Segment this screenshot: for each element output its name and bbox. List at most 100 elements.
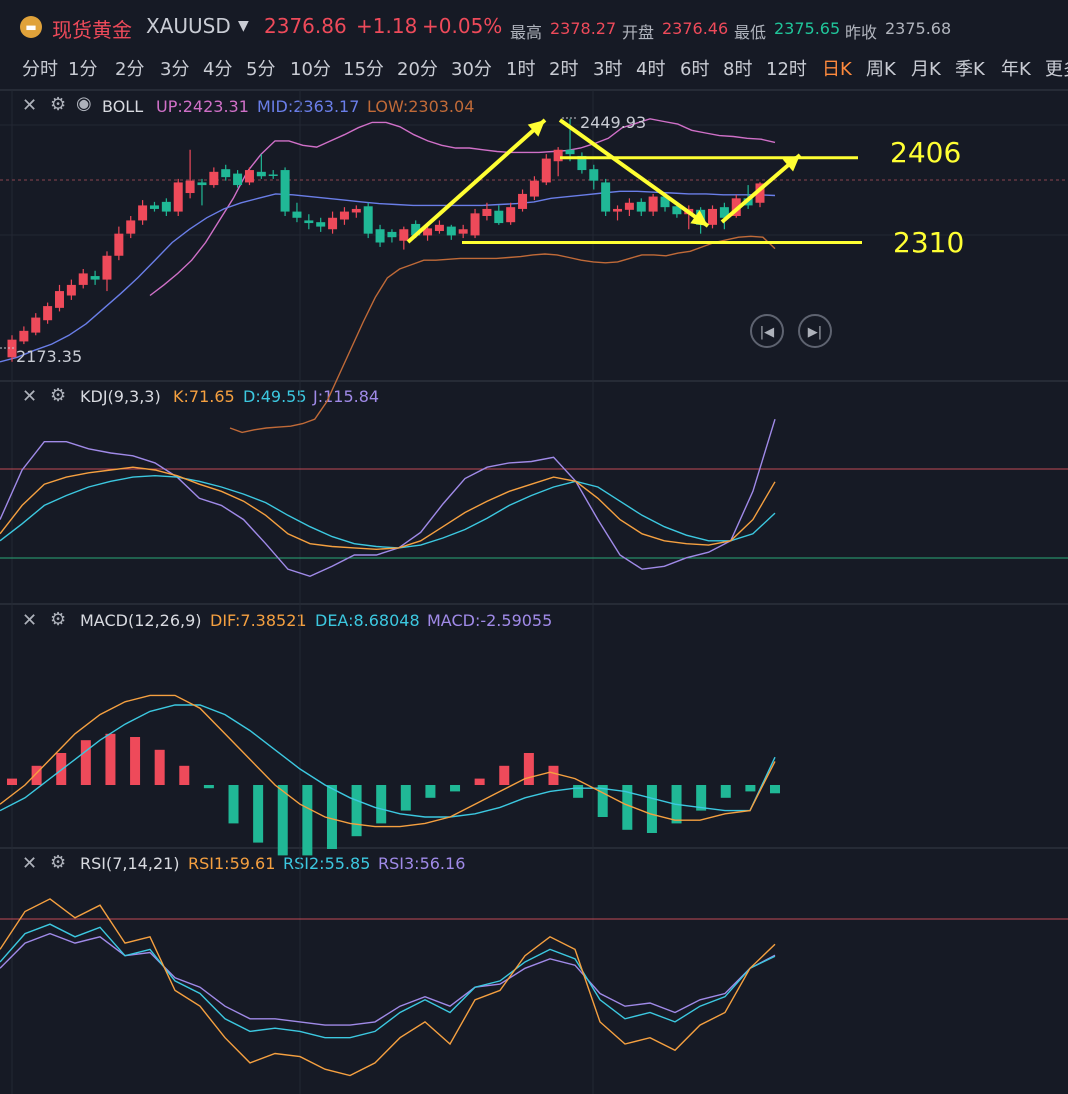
high-label: 最高 <box>510 23 543 42</box>
period-tab-21[interactable]: 年K <box>1001 55 1031 81</box>
candle-body <box>743 198 753 206</box>
period-tab-8[interactable]: 20分 <box>397 55 438 81</box>
period-tab-18[interactable]: 周K <box>866 55 896 81</box>
macd-bar <box>253 785 264 843</box>
close-icon[interactable]: ✕ <box>22 610 37 631</box>
period-tab-14[interactable]: 6时 <box>680 55 709 81</box>
candle-body <box>161 201 171 212</box>
candle-body <box>399 229 409 241</box>
macd-bar <box>105 733 116 785</box>
candle-body <box>577 155 587 171</box>
period-tab-15[interactable]: 8时 <box>723 55 752 81</box>
arrow-up-2-head <box>782 155 800 172</box>
period-tab-3[interactable]: 3分 <box>160 55 189 81</box>
period-tab-6[interactable]: 10分 <box>290 55 331 81</box>
period-tab-0[interactable]: 分时 <box>22 55 58 81</box>
candle-body <box>518 193 528 209</box>
gear-icon[interactable]: ⚙ <box>50 385 66 406</box>
rsi1-value: RSI1:59.61 <box>188 854 276 873</box>
kdj-k-value: K:71.65 <box>173 387 235 406</box>
period-tab-4[interactable]: 4分 <box>203 55 232 81</box>
kdj-d-value: D:49.55 <box>243 387 307 406</box>
kdj-label: KDJ(9,3,3) <box>80 387 161 406</box>
gold-bar-icon: ▬ <box>20 16 42 38</box>
boll-up-line <box>149 118 776 297</box>
gear-icon[interactable]: ⚙ <box>50 852 66 873</box>
low-value: 2375.65 <box>774 19 841 38</box>
candle-body <box>755 183 765 203</box>
arrow-up-1 <box>406 118 547 244</box>
candle-body <box>244 170 254 183</box>
macd-bar <box>425 785 436 798</box>
period-tab-2[interactable]: 2分 <box>115 55 144 81</box>
period-tab-19[interactable]: 月K <box>911 55 941 81</box>
macd-dif-line <box>0 694 776 828</box>
period-tab-9[interactable]: 30分 <box>451 55 492 81</box>
candle-body <box>304 220 314 224</box>
close-icon[interactable]: ✕ <box>22 853 37 874</box>
macd-bar <box>351 785 362 837</box>
period-tab-11[interactable]: 2时 <box>549 55 578 81</box>
period-tab-17[interactable]: 日K <box>822 55 852 81</box>
scroll-forward-icon[interactable]: ▶| <box>798 314 832 348</box>
candle-body <box>363 206 373 234</box>
candle-body <box>185 180 195 194</box>
period-tab-12[interactable]: 3时 <box>593 55 622 81</box>
prev-close-label: 昨收 <box>845 23 878 42</box>
macd-bar <box>474 778 485 785</box>
macd-bar <box>302 785 313 856</box>
close-icon[interactable]: ✕ <box>22 95 37 116</box>
gear-icon[interactable]: ⚙ <box>50 94 66 115</box>
macd-bar <box>720 785 731 798</box>
eye-icon[interactable]: ◉ <box>76 93 92 114</box>
period-tab-22[interactable]: 更多 <box>1045 55 1068 81</box>
macd-bar <box>228 785 239 824</box>
candle-body <box>601 182 611 212</box>
candle-body <box>375 229 385 243</box>
kdj-k-line <box>0 466 776 551</box>
macd-bar <box>376 785 387 824</box>
macd-bar <box>696 785 707 811</box>
close-icon[interactable]: ✕ <box>22 386 37 407</box>
macd-bar <box>130 737 141 785</box>
candle-body <box>613 208 623 212</box>
scroll-back-icon[interactable]: |◀ <box>750 314 784 348</box>
caret-down-icon[interactable]: ▼ <box>238 18 249 34</box>
macd-bar <box>56 753 67 785</box>
period-tab-16[interactable]: 12时 <box>766 55 807 81</box>
period-tab-5[interactable]: 5分 <box>246 55 275 81</box>
high-value: 2378.27 <box>550 19 617 38</box>
macd-bar <box>154 749 165 785</box>
prev-close-value: 2375.68 <box>885 19 952 38</box>
low-mark-label: 2173.35 <box>16 347 83 366</box>
period-tab-20[interactable]: 季K <box>955 55 985 81</box>
candle-body <box>316 222 326 227</box>
boll-mid-value: MID:2363.17 <box>257 97 360 116</box>
arrow-down-head <box>690 210 708 226</box>
macd-bar <box>770 785 780 794</box>
arrow-down <box>558 118 710 228</box>
period-tab-13[interactable]: 4时 <box>636 55 665 81</box>
candle-body <box>43 306 53 321</box>
macd-dea-value: DEA:8.68048 <box>315 611 420 630</box>
period-tab-1[interactable]: 1分 <box>68 55 97 81</box>
symbol-name[interactable]: 现货黄金 <box>52 14 132 43</box>
rsi2-line <box>0 923 776 1039</box>
support-label: 2310 <box>893 226 965 259</box>
candle-body <box>78 273 88 285</box>
candle-body <box>173 182 183 212</box>
candle-body <box>719 207 729 218</box>
period-tab-10[interactable]: 1时 <box>506 55 535 81</box>
gear-icon[interactable]: ⚙ <box>50 609 66 630</box>
arrow-up-2 <box>720 153 802 224</box>
rsi2-value: RSI2:55.85 <box>283 854 371 873</box>
candle-body <box>66 284 76 296</box>
macd-bar <box>326 785 337 849</box>
boll-up-value: UP:2423.31 <box>156 97 249 116</box>
candle-body <box>636 201 646 212</box>
period-tab-7[interactable]: 15分 <box>343 55 384 81</box>
symbol-code[interactable]: XAUUSD <box>146 14 231 38</box>
macd-label: MACD(12,26,9) <box>80 611 202 630</box>
candle-body <box>708 208 718 225</box>
candle-body <box>648 196 658 212</box>
